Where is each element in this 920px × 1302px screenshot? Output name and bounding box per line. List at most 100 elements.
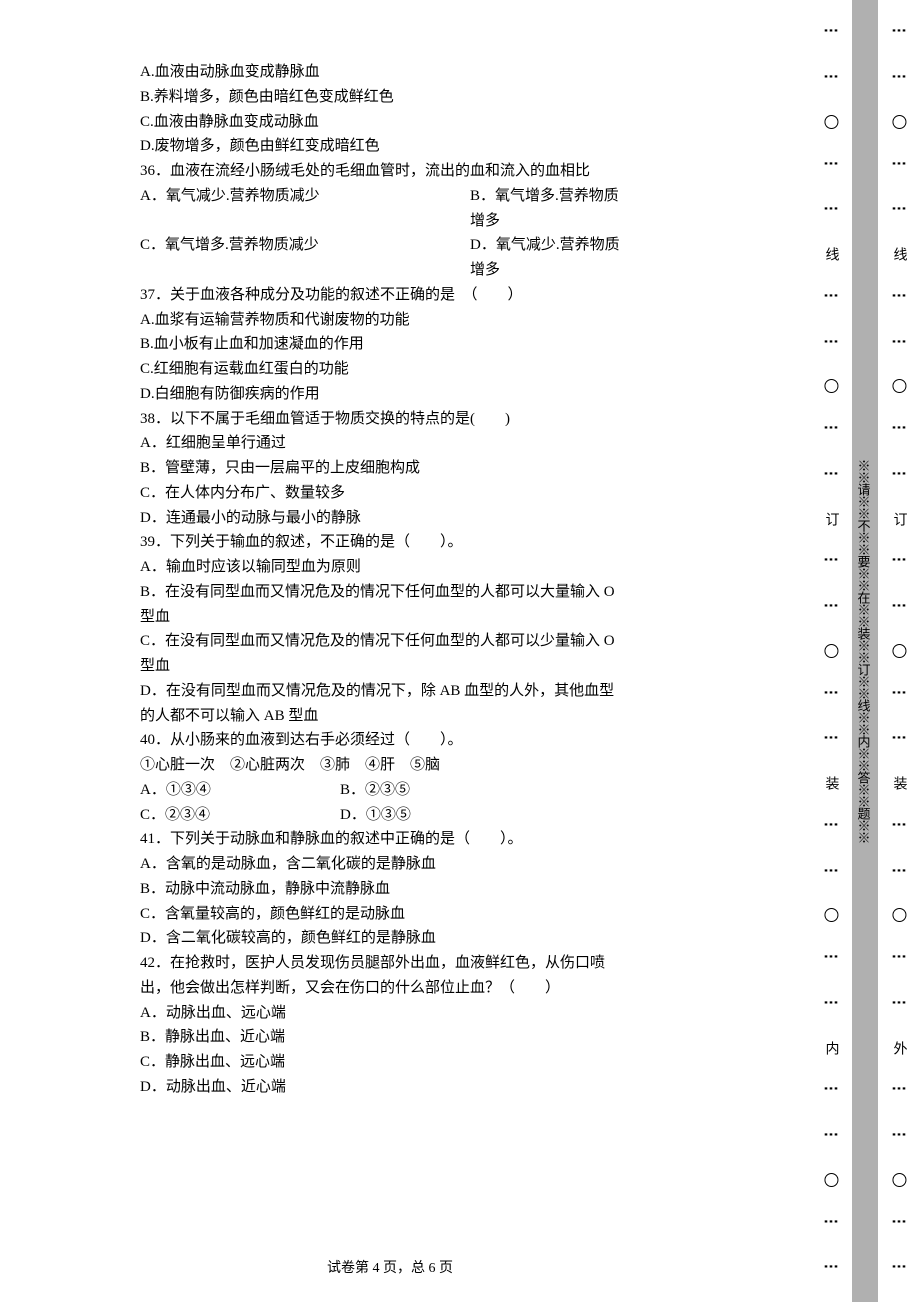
circle-icon <box>824 908 838 922</box>
circle-icon <box>824 644 838 658</box>
q40-option-d: D．①③⑤ <box>340 803 411 828</box>
dots-icon: ⋮ <box>824 863 839 882</box>
dots-icon: ⋮ <box>824 1259 839 1278</box>
q40-option-a: A．①③④ <box>140 778 340 803</box>
q41-option-d: D．含二氧化碳较高的，颜色鲜红的是静脉血 <box>140 926 620 951</box>
binding-label-zhuang: 装 <box>887 776 910 790</box>
q42-option-a: A．动脉出血、远心端 <box>140 1001 620 1026</box>
binding-label-ding: 订 <box>819 512 842 526</box>
dots-icon: ⋮ <box>892 1127 907 1146</box>
dots-icon: ⋮ <box>824 1214 839 1233</box>
dots-icon: ⋮ <box>892 69 907 88</box>
dots-icon: ⋮ <box>824 949 839 968</box>
option-b: B.养料增多，颜色由暗红色变成鲜红色 <box>140 85 620 110</box>
question-39: 39．下列关于输血的叙述，不正确的是（ ）。 <box>140 530 620 555</box>
dots-icon: ⋮ <box>892 23 907 42</box>
circle-icon <box>824 115 838 129</box>
dots-icon: ⋮ <box>892 334 907 353</box>
q36-option-d: D．氧气减少.营养物质增多 <box>470 233 620 283</box>
q42-option-d: D．动脉出血、近心端 <box>140 1075 620 1100</box>
circle-icon <box>892 379 906 393</box>
dots-icon: ⋮ <box>892 420 907 439</box>
q42-option-c: C．静脉出血、远心端 <box>140 1050 620 1075</box>
question-38: 38．以下不属于毛细血管适于物质交换的特点的是( ) <box>140 407 620 432</box>
page-footer: 试卷第 4 页，总 6 页 <box>0 1257 780 1280</box>
binding-label-ding: 订 <box>887 512 910 526</box>
option-c: C.血液由静脉血变成动脉血 <box>140 110 620 135</box>
dots-icon: ⋮ <box>824 69 839 88</box>
q40-option-c: C．②③④ <box>140 803 340 828</box>
q41-option-a: A．含氧的是动脉血，含二氧化碳的是静脉血 <box>140 852 620 877</box>
q38-option-d: D．连通最小的动脉与最小的静脉 <box>140 506 620 531</box>
q39-option-c: C．在没有同型血而又情况危及的情况下任何血型的人都可以少量输入 O 型血 <box>140 629 620 679</box>
q39-option-a: A．输血时应该以输同型血为原则 <box>140 555 620 580</box>
dots-icon: ⋮ <box>824 156 839 175</box>
dots-icon: ⋮ <box>824 1127 839 1146</box>
circle-icon <box>892 644 906 658</box>
circle-icon <box>824 379 838 393</box>
q38-option-a: A．红细胞呈单行通过 <box>140 431 620 456</box>
question-41: 41．下列关于动脉血和静脉血的叙述中正确的是（ ）。 <box>140 827 620 852</box>
q37-option-b: B.血小板有止血和加速凝血的作用 <box>140 332 620 357</box>
dots-icon: ⋮ <box>892 685 907 704</box>
dots-icon: ⋮ <box>892 156 907 175</box>
dots-icon: ⋮ <box>892 1214 907 1233</box>
dots-icon: ⋮ <box>824 420 839 439</box>
binding-label-xian: 线 <box>887 247 910 261</box>
dots-icon: ⋮ <box>892 949 907 968</box>
dots-icon: ⋮ <box>892 863 907 882</box>
dots-icon: ⋮ <box>824 1081 839 1100</box>
binding-label-inner: 内 <box>819 1041 842 1055</box>
dots-icon: ⋮ <box>892 1081 907 1100</box>
dots-icon: ⋮ <box>892 1259 907 1278</box>
q37-option-d: D.白细胞有防御疾病的作用 <box>140 382 620 407</box>
dots-icon: ⋮ <box>892 288 907 307</box>
question-37: 37．关于血液各种成分及功能的叙述不正确的是 （ ） <box>140 283 620 308</box>
dots-icon: ⋮ <box>824 288 839 307</box>
binding-label-xian: 线 <box>819 247 842 261</box>
binding-instruction: ※※请※※不※※要※※在※※装※※订※※线※※内※※答※※题※※ <box>852 0 873 1302</box>
dots-icon: ⋮ <box>892 995 907 1014</box>
circle-icon <box>824 1173 838 1187</box>
question-40: 40．从小肠来的血液到达右手必须经过（ ）。 <box>140 728 620 753</box>
q36-option-a: A．氧气减少.营养物质减少 <box>140 184 470 234</box>
dots-icon: ⋮ <box>892 552 907 571</box>
q39-option-d: D．在没有同型血而又情况危及的情况下，除 AB 血型的人外，其他血型的人都不可以… <box>140 679 620 729</box>
q41-option-c: C．含氧量较高的，颜色鲜红的是动脉血 <box>140 902 620 927</box>
dots-icon: ⋮ <box>824 23 839 42</box>
dots-icon: ⋮ <box>892 598 907 617</box>
q38-option-b: B．管壁薄，只由一层扁平的上皮细胞构成 <box>140 456 620 481</box>
binding-outer-track: ⋮ ⋮ ⋮ ⋮ 线 ⋮ ⋮ ⋮ ⋮ 订 ⋮ ⋮ ⋮ ⋮ 装 ⋮ ⋮ ⋮ ⋮ 外 … <box>878 0 920 1302</box>
q40-choices: ①心脏一次 ②心脏两次 ③肺 ④肝 ⑤脑 <box>140 753 620 778</box>
dots-icon: ⋮ <box>824 466 839 485</box>
dots-icon: ⋮ <box>824 598 839 617</box>
binding-grey-strip: ※※请※※不※※要※※在※※装※※订※※线※※内※※答※※题※※ <box>852 0 878 1302</box>
dots-icon: ⋮ <box>892 730 907 749</box>
dots-icon: ⋮ <box>824 817 839 836</box>
binding-margin: ⋮ ⋮ ⋮ ⋮ 线 ⋮ ⋮ ⋮ ⋮ 订 ⋮ ⋮ ⋮ ⋮ 装 ⋮ ⋮ ⋮ ⋮ 内 … <box>810 0 920 1302</box>
dots-icon: ⋮ <box>824 334 839 353</box>
circle-icon <box>892 115 906 129</box>
dots-icon: ⋮ <box>824 995 839 1014</box>
q39-option-b: B．在没有同型血而又情况危及的情况下任何血型的人都可以大量输入 O 型血 <box>140 580 620 630</box>
q37-option-c: C.红细胞有运载血红蛋白的功能 <box>140 357 620 382</box>
dots-icon: ⋮ <box>892 817 907 836</box>
q42-option-b: B．静脉出血、近心端 <box>140 1025 620 1050</box>
dots-icon: ⋮ <box>892 466 907 485</box>
q36-option-c: C．氧气增多.营养物质减少 <box>140 233 470 283</box>
binding-label-zhuang: 装 <box>819 776 842 790</box>
dots-icon: ⋮ <box>824 552 839 571</box>
question-36: 36．血液在流经小肠绒毛处的毛细血管时，流出的血和流入的血相比 <box>140 159 620 184</box>
dots-icon: ⋮ <box>824 201 839 220</box>
option-a: A.血液由动脉血变成静脉血 <box>140 60 620 85</box>
q37-option-a: A.血浆有运输营养物质和代谢废物的功能 <box>140 308 620 333</box>
dots-icon: ⋮ <box>824 685 839 704</box>
q38-option-c: C．在人体内分布广、数量较多 <box>140 481 620 506</box>
binding-label-outer: 外 <box>887 1041 910 1055</box>
q40-option-b: B．②③⑤ <box>340 778 410 803</box>
dots-icon: ⋮ <box>824 730 839 749</box>
circle-icon <box>892 1173 906 1187</box>
exam-content: A.血液由动脉血变成静脉血 B.养料增多，颜色由暗红色变成鲜红色 C.血液由静脉… <box>0 0 640 1302</box>
option-d: D.废物增多，颜色由鲜红变成暗红色 <box>140 134 620 159</box>
binding-inner-track: ⋮ ⋮ ⋮ ⋮ 线 ⋮ ⋮ ⋮ ⋮ 订 ⋮ ⋮ ⋮ ⋮ 装 ⋮ ⋮ ⋮ ⋮ 内 … <box>810 0 852 1302</box>
